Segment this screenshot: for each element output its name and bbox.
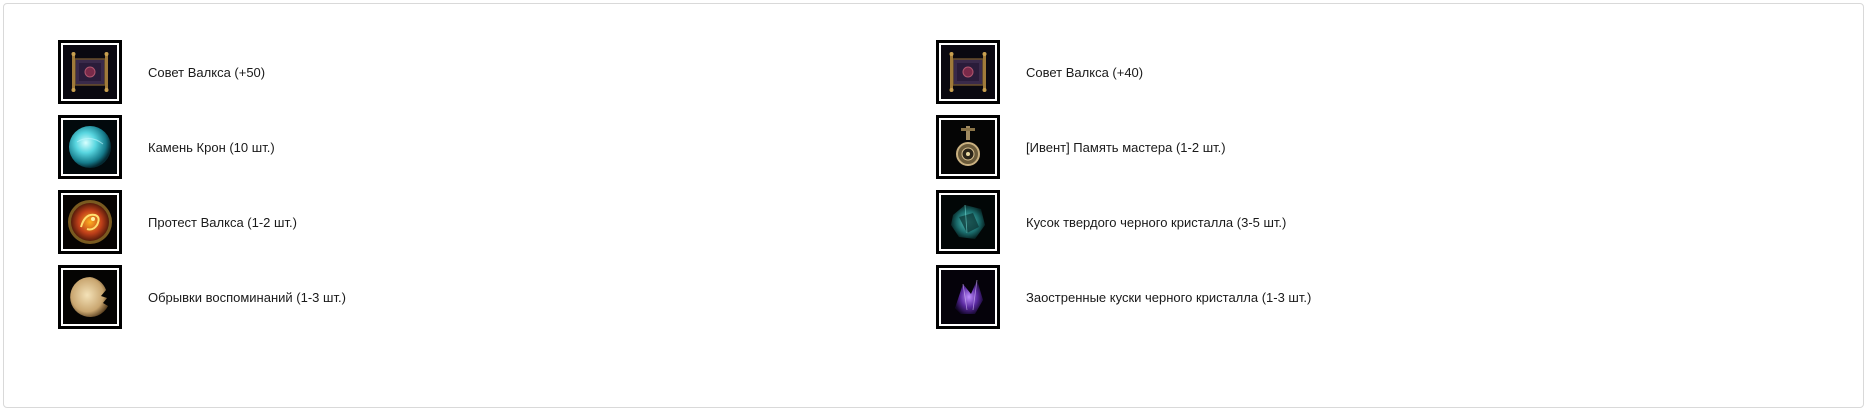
item-icon-frame (936, 40, 1000, 104)
reward-item[interactable]: Совет Валкса (+40) (936, 40, 1143, 104)
purple-crystal-icon (941, 270, 995, 324)
reward-item[interactable]: Обрывки воспоминаний (1-3 шт.) (58, 265, 346, 329)
scroll-icon (941, 45, 995, 99)
pendant-icon (941, 120, 995, 174)
item-icon-frame (936, 265, 1000, 329)
cyan-orb-icon (63, 120, 117, 174)
item-icon-frame (936, 115, 1000, 179)
item-icon-frame (58, 265, 122, 329)
reward-item[interactable]: Кусок твердого черного кристалла (3-5 шт… (936, 190, 1286, 254)
reward-item[interactable]: Протест Валкса (1-2 шт.) (58, 190, 297, 254)
dragon-coin-icon (63, 195, 117, 249)
reward-item[interactable]: Совет Валкса (+50) (58, 40, 265, 104)
item-label: Кусок твердого черного кристалла (3-5 шт… (1026, 214, 1287, 230)
rewards-panel: Совет Валкса (+50) Камень Крон (10 шт.) … (3, 3, 1864, 408)
item-icon-frame (58, 190, 122, 254)
item-icon-frame (936, 190, 1000, 254)
reward-item[interactable]: [Ивент] Память мастера (1-2 шт.) (936, 115, 1226, 179)
item-label: Совет Валкса (+50) (148, 64, 266, 80)
item-label: Камень Крон (10 шт.) (148, 139, 275, 155)
torn-paper-icon (63, 270, 117, 324)
item-icon-frame (58, 115, 122, 179)
item-label: Заостренные куски черного кристалла (1-3… (1026, 289, 1312, 305)
teal-crystal-icon (941, 195, 995, 249)
item-label: Протест Валкса (1-2 шт.) (148, 214, 297, 230)
item-label: Обрывки воспоминаний (1-3 шт.) (148, 289, 346, 305)
reward-item[interactable]: Камень Крон (10 шт.) (58, 115, 275, 179)
item-icon-frame (58, 40, 122, 104)
item-label: [Ивент] Память мастера (1-2 шт.) (1026, 139, 1226, 155)
item-label: Совет Валкса (+40) (1026, 64, 1144, 80)
reward-item[interactable]: Заостренные куски черного кристалла (1-3… (936, 265, 1311, 329)
scroll-icon (63, 45, 117, 99)
